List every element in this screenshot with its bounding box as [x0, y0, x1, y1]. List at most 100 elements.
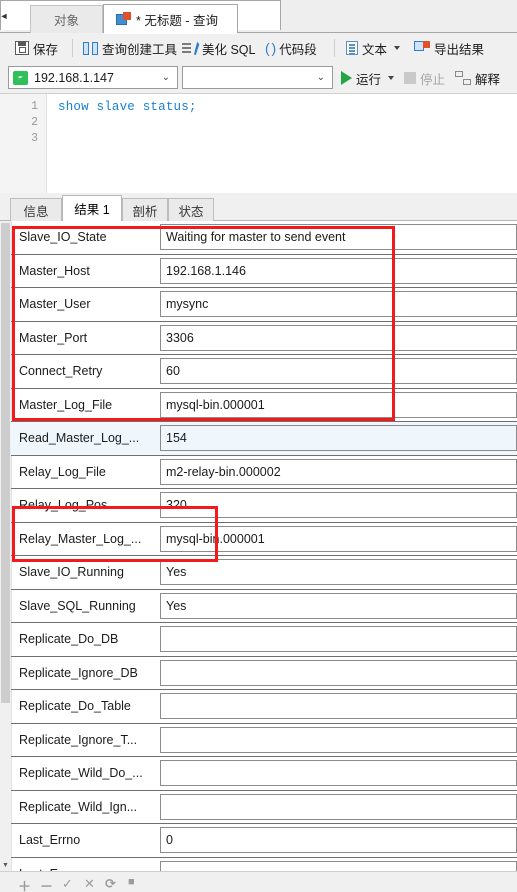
row-field-label: Relay_Log_Pos: [19, 498, 108, 513]
table-row[interactable]: Replicate_Ignore_T...: [11, 724, 517, 757]
row-value-cell[interactable]: 3306: [160, 324, 517, 351]
row-value-cell[interactable]: [160, 626, 517, 652]
row-value-cell[interactable]: [160, 860, 517, 871]
run-button-label: 运行: [356, 72, 382, 87]
add-record-icon[interactable]: ＋: [18, 876, 31, 892]
tab-profile-label: 剖析: [132, 204, 158, 219]
row-value-cell[interactable]: 60: [160, 358, 517, 384]
row-field-label: Slave_IO_Running: [19, 565, 124, 580]
chevron-down-icon[interactable]: [394, 46, 401, 50]
export-result-button[interactable]: 导出结果: [411, 37, 487, 59]
export-result-label: 导出结果: [434, 42, 485, 57]
export-icon: [414, 41, 430, 55]
navicat-connection-icon: [13, 70, 28, 85]
row-value-cell[interactable]: mysync: [160, 291, 517, 317]
row-value-cell[interactable]: [160, 693, 517, 719]
table-row[interactable]: Last_Errno 0: [11, 824, 517, 858]
connection-select[interactable]: 192.168.1.147 ⌄: [8, 66, 178, 89]
tab-profile[interactable]: 剖析: [122, 198, 168, 221]
stop-button-label: 停止: [420, 72, 446, 87]
row-value-cell[interactable]: Waiting for master to send event: [160, 224, 517, 250]
table-row[interactable]: Slave_IO_State Waiting for master to send…: [11, 221, 517, 255]
text-view-button[interactable]: 文本: [343, 37, 403, 59]
table-row[interactable]: Master_User mysync: [11, 288, 517, 322]
row-value-cell[interactable]: mysql-bin.000001: [160, 391, 517, 418]
apply-change-icon[interactable]: ✓: [62, 876, 73, 892]
table-row[interactable]: Slave_IO_Running Yes: [11, 556, 517, 590]
row-value-cell[interactable]: 0: [160, 827, 517, 853]
tab-result-1[interactable]: 结果 1: [62, 195, 122, 222]
query-builder-button[interactable]: 查询创建工具: [80, 37, 180, 59]
scrollbar-thumb[interactable]: [1, 223, 10, 703]
table-row[interactable]: Read_Master_Log_... 154: [11, 422, 517, 456]
query-builder-icon: [83, 41, 98, 55]
table-row[interactable]: Slave_SQL_Running Yes: [11, 590, 517, 623]
stop-grid-icon[interactable]: ■: [128, 876, 135, 888]
row-value-cell[interactable]: [160, 659, 517, 686]
row-field-label: Relay_Master_Log_...: [19, 531, 142, 546]
tab-info-label: 信息: [23, 204, 49, 219]
tab-status[interactable]: 状态: [168, 198, 214, 221]
row-field-label: Replicate_Do_Table: [19, 699, 131, 714]
main-toolbar: 保存 查询创建工具 美化 SQL ( ) 代码段 文本 导出结果: [0, 33, 517, 63]
tab-objects[interactable]: 对象: [30, 5, 103, 33]
scroll-down-icon[interactable]: ▼: [0, 860, 11, 871]
database-select[interactable]: ⌄: [182, 66, 333, 89]
chevron-down-icon[interactable]: [388, 76, 395, 80]
row-value-cell[interactable]: mysql-bin.000001: [160, 525, 517, 552]
row-value-cell[interactable]: [160, 760, 517, 786]
table-row[interactable]: Master_Host 192.168.1.146: [11, 255, 517, 288]
chevron-down-icon[interactable]: ⌄: [162, 72, 173, 83]
sql-editor[interactable]: 1 2 3 show slave status;: [0, 93, 517, 194]
row-value-cell[interactable]: 320: [160, 492, 517, 518]
table-row[interactable]: Replicate_Wild_Ign...: [11, 791, 517, 824]
table-row[interactable]: Master_Port 3306: [11, 322, 517, 355]
table-row[interactable]: Relay_Log_Pos 320: [11, 489, 517, 523]
text-view-label: 文本: [362, 42, 388, 57]
code-snippet-icon: ( ): [265, 40, 276, 56]
tab-scroll-left-icon[interactable]: ◄: [0, 8, 8, 24]
row-field-label: Replicate_Ignore_T...: [19, 732, 138, 747]
table-row[interactable]: Relay_Master_Log_... mysql-bin.000001: [11, 523, 517, 556]
tab-objects-label: 对象: [53, 14, 79, 28]
row-value-cell[interactable]: 192.168.1.146: [160, 257, 517, 284]
row-value-cell[interactable]: Yes: [160, 592, 517, 619]
run-button[interactable]: 运行: [341, 67, 395, 89]
refresh-icon[interactable]: ⟳: [105, 876, 116, 892]
row-value-cell[interactable]: [160, 726, 517, 753]
tab-query-label: * 无标题 - 查询: [136, 13, 218, 28]
table-row[interactable]: Replicate_Do_DB: [11, 623, 517, 657]
table-row[interactable]: Relay_Log_File m2-relay-bin.000002: [11, 456, 517, 489]
code-snippet-button[interactable]: ( ) 代码段: [262, 37, 320, 59]
row-value-cell[interactable]: m2-relay-bin.000002: [160, 458, 517, 485]
sql-code-line[interactable]: show slave status;: [58, 100, 197, 114]
remove-record-icon[interactable]: －: [40, 876, 53, 892]
table-row[interactable]: Replicate_Ignore_DB: [11, 657, 517, 690]
tab-result-1-label: 结果 1: [74, 203, 110, 217]
table-row[interactable]: Connect_Retry 60: [11, 355, 517, 389]
toolbar-separator-2: [334, 39, 335, 57]
beautify-sql-button[interactable]: 美化 SQL: [179, 37, 259, 59]
grid-row-list: Slave_IO_State Waiting for master to send…: [11, 221, 517, 871]
toolbar-separator-1: [72, 39, 73, 57]
explain-button[interactable]: 解释: [455, 67, 500, 89]
row-value-cell[interactable]: 154: [160, 425, 517, 451]
beautify-icon: [182, 42, 198, 55]
save-button[interactable]: 保存: [12, 37, 61, 59]
beautify-sql-label: 美化 SQL: [202, 42, 256, 57]
connection-toolbar: 192.168.1.147 ⌄ ⌄ 运行 停止 解释: [0, 63, 517, 93]
table-row[interactable]: Replicate_Do_Table: [11, 690, 517, 724]
row-value-cell[interactable]: [160, 793, 517, 820]
tab-query[interactable]: * 无标题 - 查询: [103, 4, 238, 34]
row-field-label: Slave_IO_State: [19, 230, 107, 245]
row-field-label: Master_Port: [19, 330, 88, 345]
chevron-down-icon[interactable]: ⌄: [317, 72, 328, 83]
table-row[interactable]: Master_Log_File mysql-bin.000001: [11, 389, 517, 422]
discard-change-icon[interactable]: ✕: [84, 876, 95, 892]
table-row[interactable]: Last_Error: [11, 858, 517, 871]
table-row[interactable]: Replicate_Wild_Do_...: [11, 757, 517, 791]
tab-info[interactable]: 信息: [10, 198, 62, 221]
tab-status-label: 状态: [178, 204, 204, 219]
row-value-cell[interactable]: Yes: [160, 559, 517, 585]
editor-gutter: 1 2 3: [0, 94, 47, 194]
